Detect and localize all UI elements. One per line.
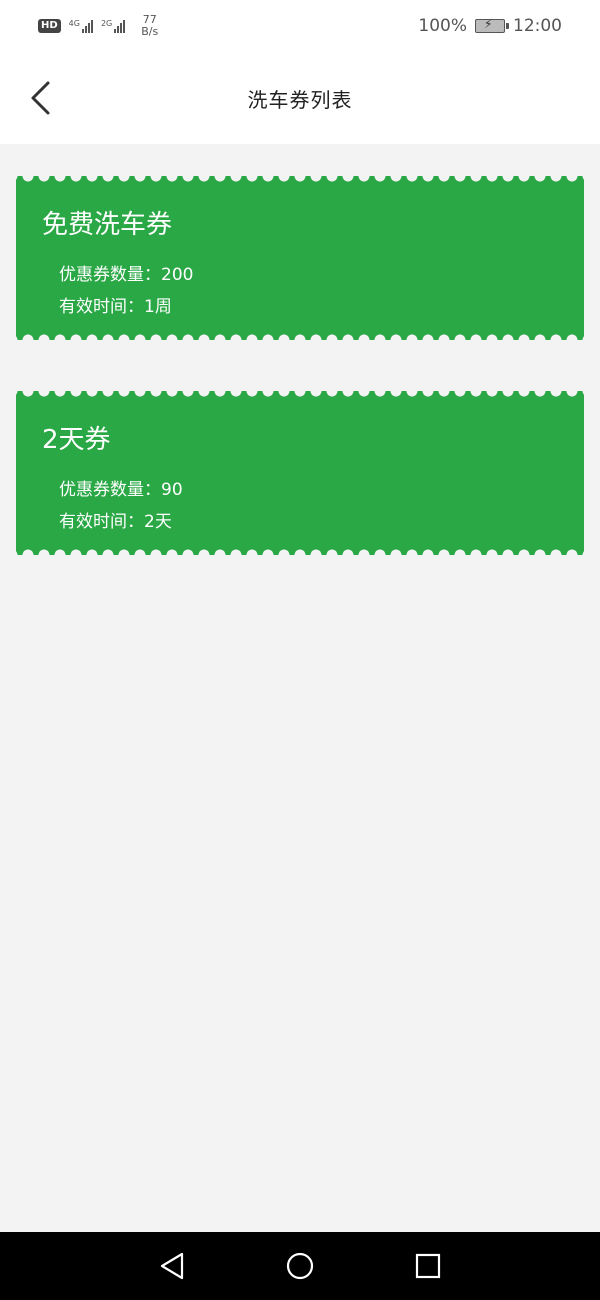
coupon-quantity: 优惠券数量：90 <box>59 480 183 500</box>
status-left: HD 4G 2G 77 B/s <box>38 14 158 38</box>
battery-percent: 100% <box>418 16 467 36</box>
nav-back-button[interactable] <box>152 1246 192 1286</box>
signal-2g-icon: 2G <box>100 19 126 33</box>
chevron-left-icon <box>31 81 50 115</box>
system-nav-bar <box>0 1232 600 1300</box>
coupon-card[interactable]: 免费洗车券 优惠券数量：200 有效时间：1周 <box>16 176 584 340</box>
page-title: 洗车券列表 <box>247 87 353 112</box>
hd-icon: HD <box>38 19 61 33</box>
nav-home-button[interactable] <box>280 1246 320 1286</box>
coupon-name: 免费洗车券 <box>42 210 173 240</box>
square-recents-icon <box>415 1253 441 1279</box>
coupon-card[interactable]: 2天券 优惠券数量：90 有效时间：2天 <box>16 391 584 555</box>
clock: 12:00 <box>513 16 562 36</box>
signal-4g-icon: 4G <box>69 19 93 33</box>
signal-4g-label: 4G <box>68 19 80 28</box>
coupon-quantity: 优惠券数量：200 <box>59 265 194 285</box>
triangle-back-icon <box>160 1252 184 1280</box>
coupon-validity: 有效时间：1周 <box>59 297 172 317</box>
status-right: 100% ⚡ 12:00 <box>418 16 562 36</box>
status-bar: HD 4G 2G 77 B/s 100% ⚡ 12:00 <box>0 0 600 52</box>
coupon-validity: 有效时间：2天 <box>59 512 172 532</box>
network-speed: 77 B/s <box>141 14 158 38</box>
coupon-name: 2天券 <box>42 425 111 455</box>
signal-2g-label: 2G <box>100 19 113 28</box>
coupon-list: 免费洗车券 优惠券数量：200 有效时间：1周 2天券 优惠券数量：90 有效时… <box>16 176 584 606</box>
battery-charging-icon: ⚡ <box>475 17 509 33</box>
back-button[interactable] <box>22 78 58 118</box>
app-header: 洗车券列表 <box>0 52 600 144</box>
network-speed-unit: B/s <box>141 25 159 38</box>
nav-recents-button[interactable] <box>408 1246 448 1286</box>
circle-home-icon <box>286 1252 314 1280</box>
